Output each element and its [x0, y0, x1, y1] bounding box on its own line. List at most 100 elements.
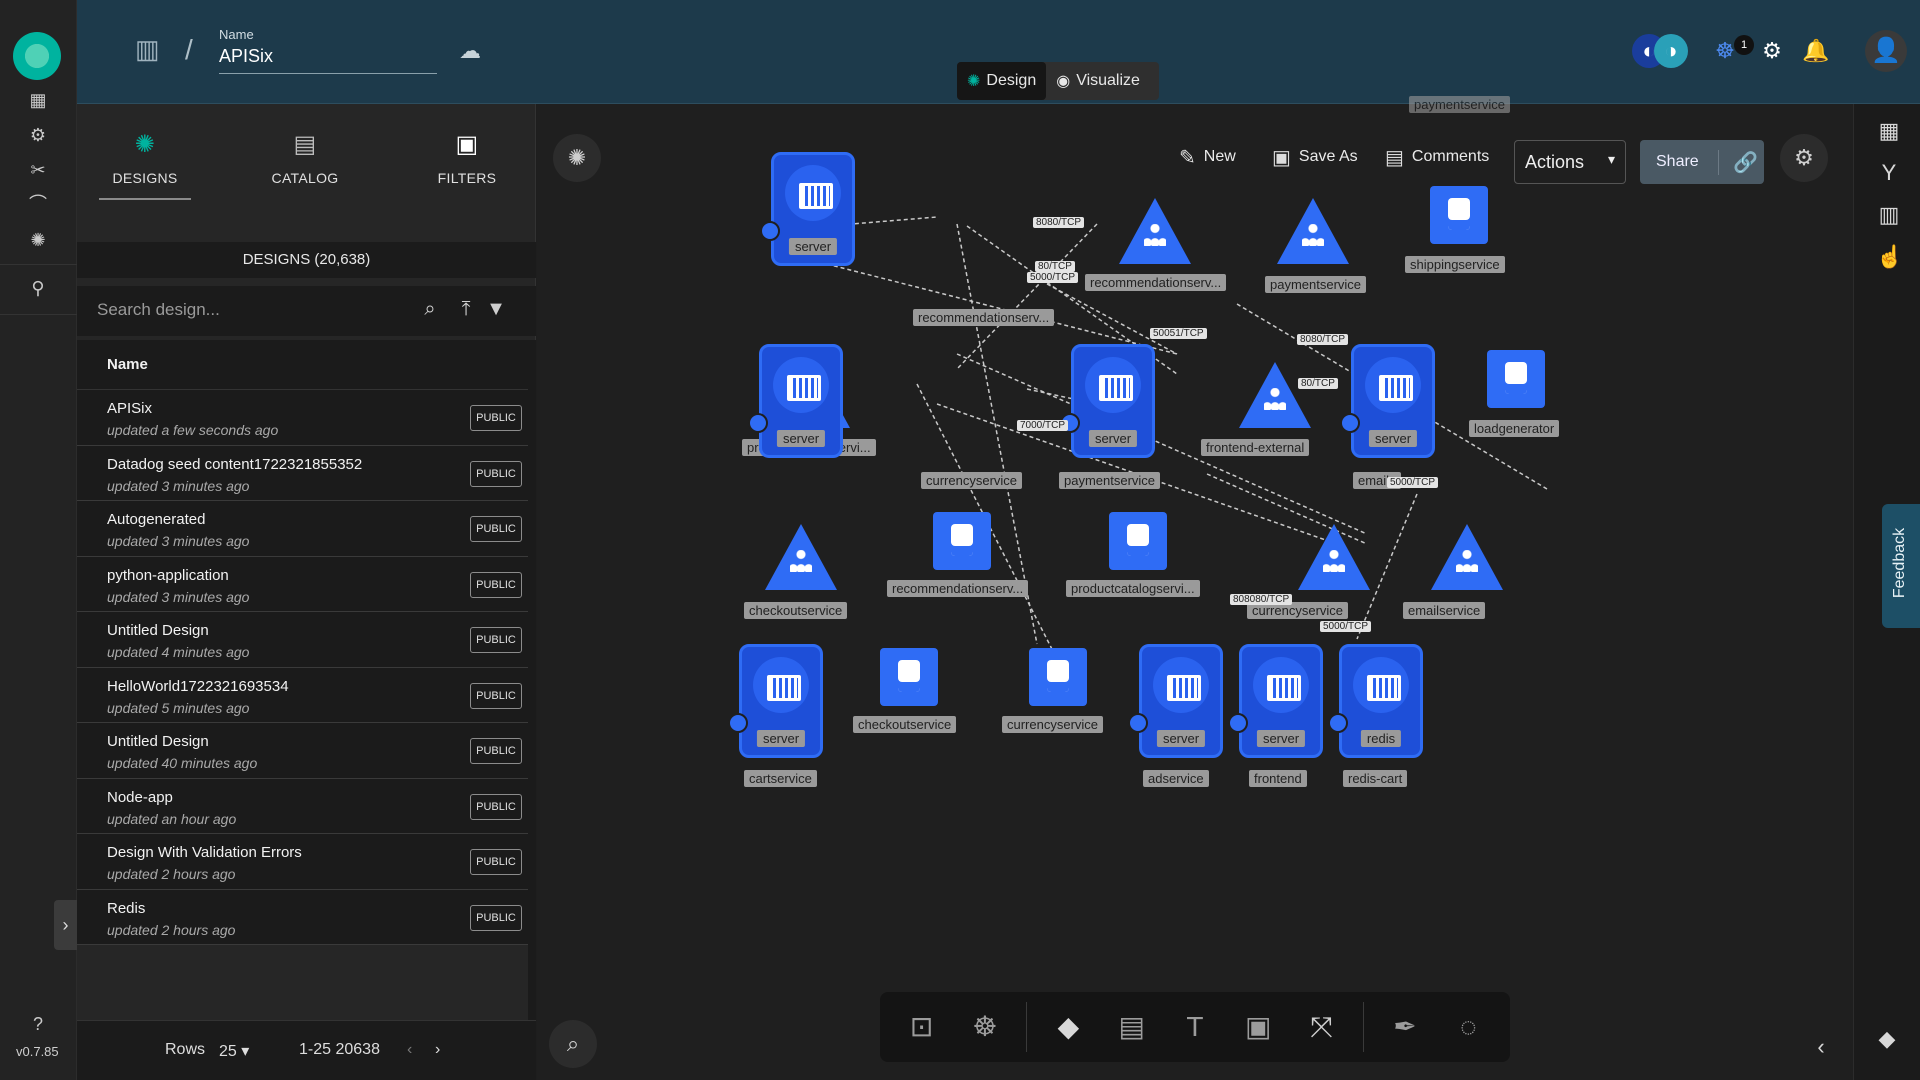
design-updated: updated a few seconds ago — [107, 422, 279, 438]
node-server[interactable]: server — [760, 152, 855, 266]
service-account-icon[interactable] — [1487, 350, 1545, 408]
lifecycle-icon[interactable]: ⚙ — [26, 123, 50, 147]
visibility-badge[interactable]: PUBLIC — [470, 682, 522, 709]
select-frame-icon[interactable]: ⊡ — [900, 1005, 944, 1049]
meshery-logo[interactable] — [13, 32, 61, 80]
node-server[interactable]: server — [1060, 344, 1155, 458]
shapes-icon[interactable]: ◆ — [1046, 1005, 1090, 1049]
dashboard-icon[interactable]: ▦ — [26, 88, 50, 112]
list-item[interactable]: Autogenerated updated 3 minutes ago PUBLIC — [77, 501, 528, 557]
ink-icon[interactable]: ◆ — [1874, 1026, 1900, 1052]
service-account-icon[interactable] — [933, 512, 991, 570]
visibility-badge[interactable]: PUBLIC — [470, 460, 522, 487]
list-item[interactable]: Datadog seed content1722321855352 updated… — [77, 445, 528, 501]
node-label: recommendationserv... — [1085, 274, 1227, 291]
rows-per-page-select[interactable]: 25 ▾ — [219, 1041, 249, 1061]
visibility-badge[interactable]: PUBLIC — [470, 793, 522, 820]
container-icon — [773, 357, 829, 413]
list-item[interactable]: Node-app updated an hour ago PUBLIC — [77, 778, 528, 834]
organization-icon[interactable]: ▥ — [135, 34, 167, 66]
column-header[interactable]: Name — [77, 340, 528, 390]
search-icon[interactable]: ⌕ — [417, 298, 443, 324]
tab-catalog[interactable]: ▤ CATALOG — [255, 130, 355, 186]
design-name: HelloWorld1722321693534 — [107, 677, 289, 695]
design-mode-button[interactable]: ✺ Design — [957, 62, 1047, 100]
settings-icon[interactable]: ⚙ — [1755, 34, 1789, 68]
search-input[interactable]: Search design... — [97, 300, 220, 320]
tab-designs[interactable]: ✺ DESIGNS — [95, 130, 195, 200]
service-icon[interactable] — [765, 524, 837, 590]
bell-icon[interactable]: 🔔 — [1799, 34, 1833, 68]
layers-icon[interactable]: Y — [1876, 160, 1902, 186]
visualize-mode-button[interactable]: ◉ Visualize — [1046, 62, 1150, 100]
service-account-icon[interactable] — [1029, 648, 1087, 706]
node-server[interactable]: server — [1340, 344, 1435, 458]
chart-icon[interactable]: ▥ — [1876, 202, 1902, 228]
cloud-sync-icon[interactable]: ☁ — [459, 38, 489, 63]
touch-icon[interactable]: ☝ — [1876, 244, 1903, 270]
service-icon[interactable] — [1277, 198, 1349, 264]
visibility-badge[interactable]: PUBLIC — [470, 904, 522, 931]
visibility-badge[interactable]: PUBLIC — [470, 849, 522, 875]
visibility-badge[interactable]: PUBLIC — [470, 405, 522, 431]
prev-page-button[interactable]: ‹ — [407, 1041, 412, 1059]
comment-icon[interactable]: ▤ — [1110, 1005, 1154, 1049]
visibility-badge[interactable]: PUBLIC — [470, 627, 522, 653]
node-server[interactable]: server — [728, 644, 823, 758]
node-server[interactable]: server — [748, 344, 843, 458]
node-server[interactable]: server — [1128, 644, 1223, 758]
location-icon[interactable]: ⚲ — [26, 276, 50, 300]
feedback-tab[interactable]: Feedback — [1882, 504, 1920, 628]
design-name-input[interactable]: APISix — [219, 46, 437, 74]
service-icon[interactable] — [1431, 524, 1503, 590]
visibility-badge[interactable]: PUBLIC — [470, 738, 522, 764]
user-avatar[interactable]: 👤 — [1865, 30, 1907, 72]
tab-designs-label: DESIGNS — [112, 170, 178, 186]
grid-layout-icon[interactable]: ▦ — [1876, 118, 1902, 144]
design-canvas[interactable]: ✺ ✎ New ▣ Save As ▤ Comments Actions ▾ Share… — [537, 96, 1853, 1080]
service-icon[interactable] — [1298, 524, 1370, 590]
design-updated: updated 3 minutes ago — [107, 588, 250, 605]
performance-icon[interactable]: ⌒ — [26, 192, 50, 216]
zoom-icon[interactable]: ⌕ — [549, 1020, 597, 1068]
visibility-badge[interactable]: PUBLIC — [470, 516, 522, 542]
connected-cluster-icon[interactable]: ◑ — [1654, 34, 1688, 68]
help-icon[interactable]: ? — [26, 1012, 50, 1036]
kubernetes-icon[interactable]: ☸ — [963, 1005, 1007, 1049]
service-account-icon[interactable] — [1109, 512, 1167, 570]
list-item[interactable]: HelloWorld1722321693534 updated 5 minutes… — [77, 667, 528, 723]
collapse-right-icon[interactable]: ‹ — [1808, 1034, 1834, 1060]
list-item[interactable]: Design With Validation Errors updated 2 h… — [77, 834, 528, 890]
service-account-icon[interactable] — [1430, 186, 1488, 244]
list-item[interactable]: python-application updated 3 minutes ago P… — [77, 556, 528, 612]
node-server[interactable]: server — [1228, 644, 1323, 758]
design-list: APISix updated a few seconds ago PUBLIC Da… — [77, 390, 528, 945]
tab-filters[interactable]: ▣ FILTERS — [417, 130, 517, 186]
filter-icon[interactable]: ▼ — [483, 298, 509, 324]
notification-count-badge: 1 — [1734, 35, 1754, 55]
list-item[interactable]: Untitled Design updated 4 minutes ago PUBL… — [77, 612, 528, 668]
lasso-icon[interactable]: ◌ — [1446, 1005, 1490, 1049]
list-item[interactable]: APISix updated a few seconds ago PUBLIC — [77, 390, 528, 446]
service-icon[interactable] — [1119, 198, 1191, 264]
search-row: Search design... ⌕ ⤒ ▼ — [77, 286, 536, 336]
list-scrollbar[interactable] — [528, 340, 536, 1020]
text-icon[interactable]: T — [1173, 1005, 1217, 1049]
sort-icon[interactable]: ⤒ — [453, 298, 479, 324]
section-icon[interactable]: ▣ — [1236, 1005, 1280, 1049]
next-page-button[interactable]: › — [435, 1041, 440, 1059]
node-label: recommendationserv... — [887, 580, 1029, 597]
expand-panel-button[interactable]: › — [54, 900, 77, 950]
pen-icon[interactable]: ✒ — [1383, 1005, 1427, 1049]
k8s-badge-icon — [748, 413, 768, 433]
node-redis[interactable]: redis — [1328, 644, 1423, 758]
service-icon[interactable] — [1239, 362, 1311, 428]
connector-icon[interactable]: ⤧ — [1299, 1005, 1343, 1049]
visibility-badge[interactable]: PUBLIC — [470, 571, 522, 598]
list-item[interactable]: Untitled Design updated 40 minutes ago PUB… — [77, 723, 528, 779]
configuration-icon[interactable]: ✂ — [26, 158, 50, 182]
service-account-icon[interactable] — [880, 648, 938, 706]
extensions-icon[interactable]: ✺ — [26, 228, 50, 252]
node-label: shippingservice — [1405, 256, 1505, 273]
list-item[interactable]: Redis updated 2 hours ago PUBLIC — [77, 889, 528, 945]
